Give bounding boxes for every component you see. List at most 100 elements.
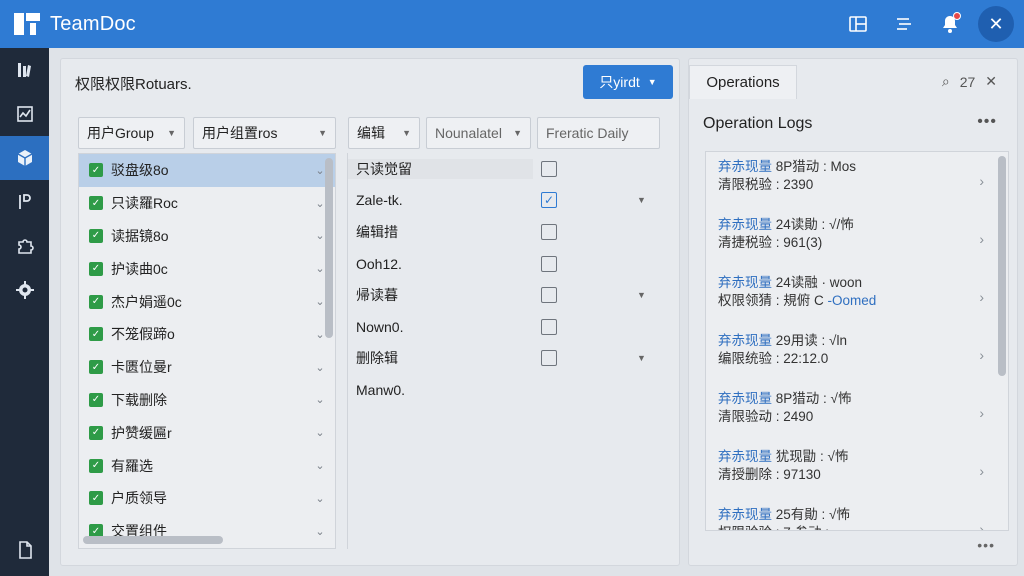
rail-chart-icon[interactable]	[0, 92, 49, 136]
checkbox-checked-icon[interactable]: ✓	[89, 491, 103, 506]
role-list-vertical-scrollbar[interactable]	[325, 158, 333, 338]
checkbox-checked-icon[interactable]: ✓	[89, 261, 103, 276]
log-detail: 清限验动 : 2490	[718, 409, 814, 424]
log-entry[interactable]: 弃赤现量 29用读 : √ln 编限统验 : 22:12.0 ›	[706, 326, 1008, 384]
permission-name: 只读觉留	[348, 158, 533, 179]
checkbox-checked-icon[interactable]: ✓	[89, 327, 103, 342]
primary-action-label: 只yirdt	[599, 74, 640, 90]
rail-box-icon[interactable]	[0, 136, 49, 180]
chevron-down-icon[interactable]: ▼	[637, 353, 646, 363]
checkbox[interactable]	[541, 255, 557, 272]
edit-filter-value: 编辑	[357, 125, 385, 141]
role-row[interactable]: ✓ 读据镜8o ⌄	[79, 220, 335, 253]
role-list[interactable]: ✓ 驳盘级8o ⌄ ✓ 只读羅Roc ⌄ ✓ 读据镜8o ⌄ ✓ 护读曲0c ⌄ ✓ 杰户娟遥0c ⌄ ✓ 不笼…	[78, 153, 336, 549]
group-filter-value: 用户Group	[87, 125, 154, 141]
chevron-down-icon[interactable]: ▼	[637, 290, 646, 300]
close-button[interactable]: ✕	[978, 6, 1014, 42]
permission-row: Manw0.	[348, 374, 677, 406]
log-entry[interactable]: 弃赤现量 8P猎动 : Mos 清限税验 : 2390 ›	[706, 152, 1008, 210]
chevron-down-icon[interactable]: ⌄	[305, 393, 335, 406]
checkbox-checked-icon[interactable]: ✓	[89, 294, 103, 309]
pin-icon[interactable]: ⌕	[942, 73, 950, 90]
more-options-icon[interactable]: •••	[977, 113, 997, 131]
operation-log-list[interactable]: 弃赤现量 8P猎动 : Mos 清限税验 : 2390 › 弃赤现量 24读勛 : √…	[705, 151, 1009, 531]
chevron-down-icon[interactable]: ▼	[637, 195, 646, 205]
notification-bell-icon[interactable]	[932, 6, 968, 42]
role-row[interactable]: ✓ 下载删除 ⌄	[79, 384, 335, 417]
role-row[interactable]: ✓ 护读曲0c ⌄	[79, 252, 335, 285]
chevron-right-icon[interactable]: ›	[979, 288, 984, 306]
chevron-right-icon[interactable]: ›	[979, 172, 984, 190]
log-action: 24读勛 : √/怖	[775, 217, 854, 232]
role-label: 护赞缓匾r	[111, 424, 172, 441]
chevron-down-icon: ▼	[318, 128, 327, 138]
checkbox-checked-icon[interactable]: ✓	[89, 228, 103, 243]
chevron-right-icon[interactable]: ›	[979, 230, 984, 248]
log-entry[interactable]: 弃赤现量 24读融 · woon 权限领猜 : 規俯 C -Oomed ›	[706, 268, 1008, 326]
role-row[interactable]: ✓ 杰户娟遥0c ⌄	[79, 285, 335, 318]
log-action: 29用读 : √ln	[775, 333, 847, 348]
chevron-down-icon[interactable]: ⌄	[305, 426, 335, 439]
log-link[interactable]: -Oomed	[828, 293, 877, 308]
tab-operations[interactable]: Operations	[689, 65, 797, 99]
role-row[interactable]: ✓ 不笼假蹄o ⌄	[79, 318, 335, 351]
role-row[interactable]: ✓ 驳盘级8o ⌄	[79, 154, 335, 187]
log-action: 犹现勖 : √怖	[775, 449, 849, 464]
list-menu-icon[interactable]	[886, 6, 922, 42]
checkbox[interactable]	[541, 287, 557, 304]
chevron-down-icon[interactable]: ⌄	[305, 361, 335, 374]
group-filter-select[interactable]: 用户Group ▼	[78, 117, 185, 149]
role-row[interactable]: ✓ 护赞缓匾r ⌄	[79, 416, 335, 449]
permission-row: 帰读暮 ▼	[348, 279, 677, 311]
edit-filter-select[interactable]: 编辑 ▼	[348, 117, 420, 149]
chevron-down-icon[interactable]: ⌄	[305, 492, 335, 505]
role-list-horizontal-scrollbar[interactable]	[83, 536, 223, 544]
checkbox-checked-icon[interactable]: ✓	[89, 163, 103, 178]
log-list-scrollbar[interactable]	[998, 156, 1006, 376]
more-options-bottom-icon[interactable]: •••	[977, 537, 995, 553]
role-row[interactable]: ✓ 有羅选 ⌄	[79, 449, 335, 482]
rail-puzzle-icon[interactable]	[0, 224, 49, 268]
log-entry[interactable]: 弃赤现量 8P猎动 : √怖 清限验动 : 2490 ›	[706, 384, 1008, 442]
chevron-right-icon[interactable]: ›	[979, 462, 984, 480]
rail-document-icon[interactable]	[0, 528, 49, 572]
chevron-down-icon[interactable]: ⌄	[305, 459, 335, 472]
checkbox-checked-icon[interactable]: ✓	[89, 196, 103, 211]
chevron-right-icon[interactable]: ›	[979, 520, 984, 530]
app-logo[interactable]: TeamDoc	[14, 11, 136, 37]
user-group-select[interactable]: 用户组置ros ▼	[193, 117, 336, 149]
checkbox[interactable]	[541, 223, 557, 240]
chevron-right-icon[interactable]: ›	[979, 346, 984, 364]
log-actor: 弃赤现量	[718, 507, 772, 522]
log-entry[interactable]: 弃赤现量 犹现勖 : √怖 清授删除 : 97130 ›	[706, 442, 1008, 500]
checkbox[interactable]	[541, 350, 557, 367]
chevron-down-icon: ▼	[647, 77, 657, 87]
layout-icon[interactable]	[840, 6, 876, 42]
checkbox[interactable]	[541, 318, 557, 335]
frequency-filter-select[interactable]: Freratic Daily	[537, 117, 660, 149]
checkbox-checked-icon[interactable]: ✓	[89, 458, 103, 473]
rail-p-icon[interactable]	[0, 180, 49, 224]
log-entry[interactable]: 弃赤现量 25有勛 : √怖权限验验 : 7 参动 : ›	[706, 500, 1008, 530]
checkbox-checked-icon[interactable]: ✓	[89, 392, 103, 407]
permission-name: Ooh12.	[356, 255, 402, 272]
role-row[interactable]: ✓ 户质领导 ⌄	[79, 482, 335, 515]
chevron-right-icon[interactable]: ›	[979, 404, 984, 422]
role-row[interactable]: ✓ 只读羅Roc ⌄	[79, 187, 335, 220]
rail-library-icon[interactable]	[0, 48, 49, 92]
log-entry[interactable]: 弃赤现量 24读勛 : √/怖 清捷税验 : 961(3) ›	[706, 210, 1008, 268]
checkbox[interactable]	[541, 160, 557, 177]
close-icon[interactable]: ✕	[985, 73, 997, 90]
role-row[interactable]: ✓ 卡匮位曼r ⌄	[79, 351, 335, 384]
role-label: 杰户娟遥0c	[111, 293, 182, 310]
checkbox-checked-icon[interactable]: ✓	[89, 425, 103, 440]
log-detail: 编限统验 : 22:12.0	[718, 351, 829, 366]
checkbox-checked[interactable]: ✓	[541, 192, 557, 209]
rail-settings-icon[interactable]	[0, 268, 49, 312]
primary-action-button[interactable]: 只yirdt ▼	[583, 65, 673, 99]
checkbox-checked-icon[interactable]: ✓	[89, 360, 103, 375]
normal-filter-select[interactable]: Nounalatel ▼	[426, 117, 531, 149]
chevron-down-icon[interactable]: ⌄	[305, 525, 335, 538]
panel-title: 权限权限Rotuars.	[75, 76, 192, 93]
app-title: TeamDoc	[50, 12, 136, 35]
